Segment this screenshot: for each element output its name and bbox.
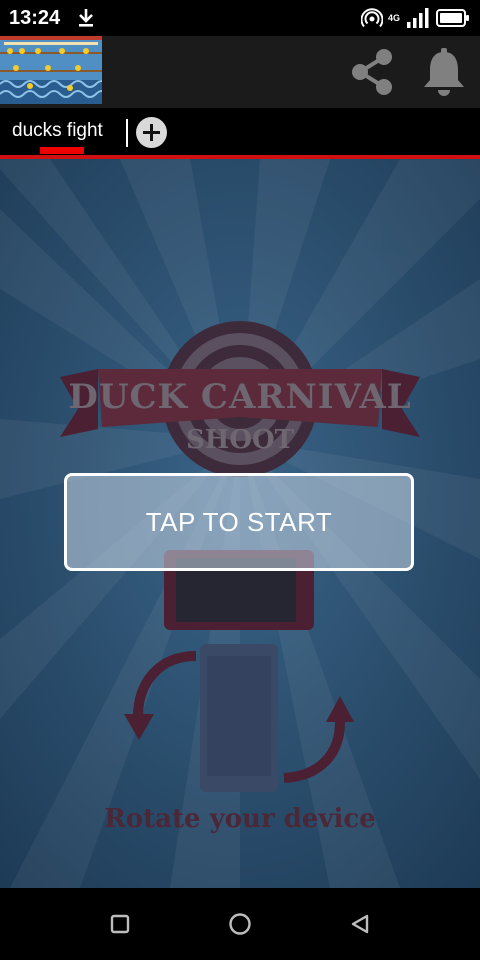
home-button[interactable] <box>200 888 280 960</box>
logo-title: DUCK CARNIVAL <box>68 377 412 417</box>
rotate-device-text: Rotate your device <box>104 804 376 834</box>
status-icons: 4G <box>361 8 470 28</box>
active-tab-indicator <box>40 147 84 154</box>
status-time: 13:24 <box>9 7 61 29</box>
back-triangle-icon <box>351 914 369 934</box>
status-bar: 13:24 4G <box>0 0 480 36</box>
network-type-label: 4G <box>388 12 401 23</box>
home-circle-icon <box>229 913 251 935</box>
recents-button[interactable] <box>80 888 160 960</box>
logo-subtitle: SHOOT <box>186 425 294 455</box>
hotspot-icon <box>361 8 383 28</box>
tap-to-start-button[interactable]: TAP TO START <box>64 473 414 571</box>
tab-ducks-fight[interactable]: ducks fight <box>12 120 103 142</box>
share-icon[interactable] <box>346 46 398 98</box>
back-button[interactable] <box>320 888 400 960</box>
navigation-bar <box>0 888 480 960</box>
signal-icon <box>407 8 429 28</box>
download-icon <box>79 9 93 27</box>
tab-divider <box>126 119 128 147</box>
rotate-device-illustration <box>124 550 354 792</box>
game-thumbnail[interactable] <box>0 36 102 104</box>
battery-icon <box>436 9 469 27</box>
bell-icon[interactable] <box>420 46 468 98</box>
add-tab-button[interactable] <box>136 117 167 148</box>
recents-square-icon <box>110 914 130 934</box>
